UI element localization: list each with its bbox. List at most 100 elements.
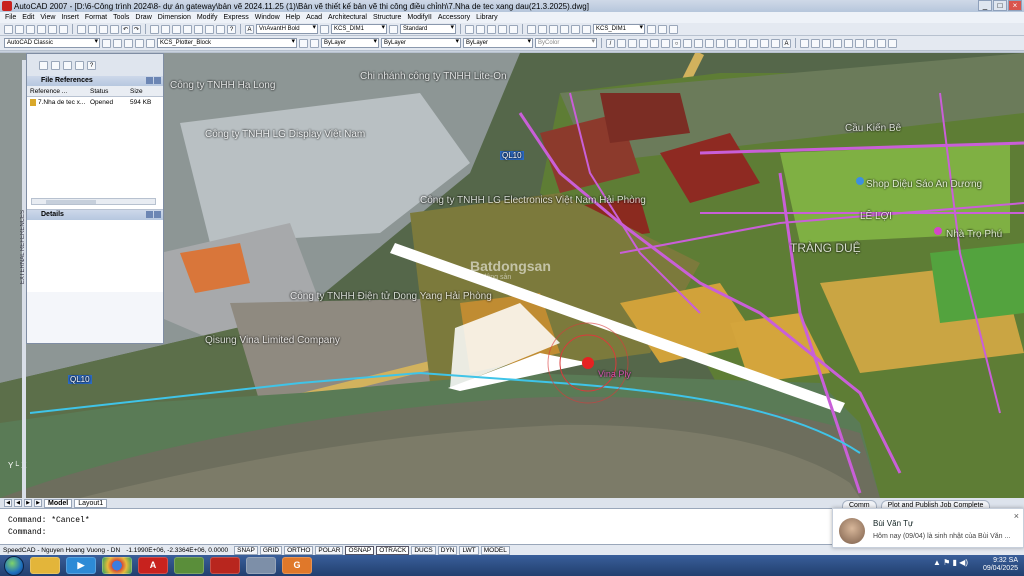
- taskbar-autocad-icon[interactable]: A: [138, 557, 168, 574]
- layer-on-icon[interactable]: [124, 38, 133, 48]
- ellipse-icon[interactable]: [705, 38, 714, 48]
- menu-acad[interactable]: Acad: [303, 14, 325, 21]
- rectangle-icon[interactable]: [650, 38, 659, 48]
- line-icon[interactable]: /: [606, 38, 615, 48]
- menu-express[interactable]: Express: [220, 14, 251, 21]
- color-select[interactable]: ByLayer: [321, 38, 379, 48]
- menu-architectural[interactable]: Architectural: [325, 14, 370, 21]
- taskbar-explorer-icon[interactable]: [30, 557, 60, 574]
- circle-icon[interactable]: ○: [672, 38, 681, 48]
- dim-style-manager-icon[interactable]: [582, 24, 591, 34]
- tab-model[interactable]: Model: [44, 498, 73, 508]
- help-icon[interactable]: ?: [227, 24, 236, 34]
- layer-freeze-icon[interactable]: [135, 38, 144, 48]
- dim-linear-icon[interactable]: [527, 24, 536, 34]
- menu-edit[interactable]: Edit: [19, 14, 37, 21]
- snap-toggle[interactable]: SNAP: [234, 545, 258, 555]
- polygon-icon[interactable]: [639, 38, 648, 48]
- rotate-icon[interactable]: [866, 38, 875, 48]
- next-tab-arrow-icon[interactable]: ▶: [24, 499, 32, 507]
- start-button[interactable]: [4, 555, 24, 576]
- taskbar-drive-icon[interactable]: [246, 557, 276, 574]
- help-icon[interactable]: ?: [87, 60, 96, 70]
- move-icon[interactable]: [855, 38, 864, 48]
- notification-toast[interactable]: Bùi Văn Tự Hôm nay (09/04) là sinh nhật …: [832, 508, 1024, 548]
- dim-override-icon[interactable]: [658, 24, 667, 34]
- menu-tools[interactable]: Tools: [110, 14, 132, 21]
- zoom-out-icon[interactable]: [487, 24, 496, 34]
- linetype-select[interactable]: ByLayer: [381, 38, 461, 48]
- list-view-toggle-icon[interactable]: [146, 77, 153, 84]
- menu-draw[interactable]: Draw: [132, 14, 154, 21]
- preview-view-icon[interactable]: [154, 211, 161, 218]
- workspace-select[interactable]: AutoCAD Classic: [4, 38, 100, 48]
- revision-cloud-icon[interactable]: [683, 38, 692, 48]
- taskbar-app-icon[interactable]: G: [282, 557, 312, 574]
- text-style-select[interactable]: VnAvantH Bold: [256, 24, 318, 34]
- tray-icons[interactable]: ▲ ⚑ ▮ ◀): [933, 559, 968, 567]
- layer-lock-icon[interactable]: [146, 38, 155, 48]
- column-header[interactable]: Reference ...: [27, 88, 87, 95]
- table-icon[interactable]: [771, 38, 780, 48]
- save-icon[interactable]: [26, 24, 35, 34]
- model-toggle[interactable]: MODEL: [480, 545, 510, 555]
- layer-previous-icon[interactable]: [310, 38, 319, 48]
- plotstyle-select[interactable]: ByColor: [535, 38, 597, 48]
- polyline-icon[interactable]: [628, 38, 637, 48]
- region-icon[interactable]: [760, 38, 769, 48]
- match-properties-icon[interactable]: [110, 24, 119, 34]
- ortho-toggle[interactable]: ORTHO: [284, 545, 314, 555]
- zoom-previous-icon[interactable]: [183, 24, 192, 34]
- last-tab-arrow-icon[interactable]: ▶: [34, 499, 42, 507]
- status-coordinates[interactable]: -1.1990E+06, -2.3364E+06, 0.0000: [126, 547, 228, 554]
- stretch-icon[interactable]: [888, 38, 897, 48]
- menu-view[interactable]: View: [37, 14, 58, 21]
- mirror-icon[interactable]: [822, 38, 831, 48]
- horizontal-scrollbar[interactable]: [31, 198, 156, 205]
- tab-layout1[interactable]: Layout1: [74, 498, 108, 508]
- list-view-icon[interactable]: [63, 60, 72, 70]
- arc-icon[interactable]: [661, 38, 670, 48]
- properties-icon[interactable]: [194, 24, 203, 34]
- dim-style-icon[interactable]: [320, 24, 329, 34]
- design-center-icon[interactable]: [205, 24, 214, 34]
- otrack-toggle[interactable]: OTRACK: [376, 545, 410, 555]
- dim-tedit-icon[interactable]: [669, 24, 678, 34]
- osnap-toggle[interactable]: OSNAP: [345, 545, 375, 555]
- erase-icon[interactable]: [800, 38, 809, 48]
- new-file-icon[interactable]: [4, 24, 13, 34]
- mtext-icon[interactable]: A: [782, 38, 791, 48]
- layer-select[interactable]: KCS_Plotter_Block: [157, 38, 297, 48]
- menu-structure[interactable]: Structure: [370, 14, 404, 21]
- preview-icon[interactable]: [48, 24, 57, 34]
- undo-icon[interactable]: ↶: [121, 24, 130, 34]
- table-style-select[interactable]: Standard: [400, 24, 456, 34]
- dim-radius-icon[interactable]: [549, 24, 558, 34]
- redo-icon[interactable]: ↷: [132, 24, 141, 34]
- pan-icon[interactable]: [150, 24, 159, 34]
- dim-angular-icon[interactable]: [560, 24, 569, 34]
- copy-object-icon[interactable]: [811, 38, 820, 48]
- menu-file[interactable]: File: [2, 14, 19, 21]
- print-icon[interactable]: [37, 24, 46, 34]
- menu-modify[interactable]: Modify: [194, 14, 221, 21]
- insert-block-icon[interactable]: [716, 38, 725, 48]
- polar-toggle[interactable]: POLAR: [315, 545, 344, 555]
- zoom-icon[interactable]: [465, 24, 474, 34]
- tree-view-toggle-icon[interactable]: [154, 77, 161, 84]
- lwt-toggle[interactable]: LWT: [459, 545, 479, 555]
- menu-library[interactable]: Library: [473, 14, 500, 21]
- column-header[interactable]: Size: [127, 88, 157, 95]
- ducs-toggle[interactable]: DUCS: [411, 545, 436, 555]
- menu-format[interactable]: Format: [82, 14, 110, 21]
- text-style-icon[interactable]: A: [245, 24, 254, 34]
- zoom-window-icon[interactable]: [172, 24, 181, 34]
- taskbar-media-icon[interactable]: ▶: [66, 557, 96, 574]
- zoom-realtime-icon[interactable]: [161, 24, 170, 34]
- menu-accessory[interactable]: Accessory: [435, 14, 473, 21]
- minimize-button[interactable]: _: [978, 0, 992, 11]
- dim-update-icon[interactable]: [647, 24, 656, 34]
- array-icon[interactable]: [844, 38, 853, 48]
- construction-line-icon[interactable]: [617, 38, 626, 48]
- offset-icon[interactable]: [833, 38, 842, 48]
